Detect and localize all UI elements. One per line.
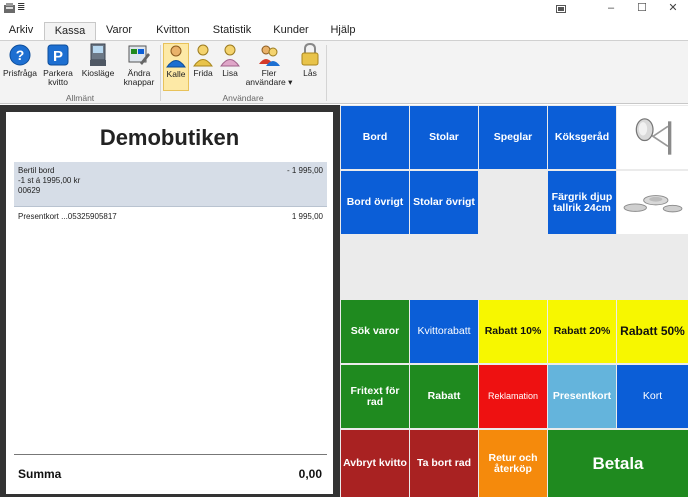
minimize-button[interactable]: – — [597, 1, 625, 16]
user-kalle-label: Kalle — [166, 69, 186, 79]
las-button[interactable]: Lås — [296, 43, 324, 91]
bord-ovrigt-button[interactable]: Bord övrigt — [341, 171, 409, 234]
ribbon: ? Prisfråga P Parkera kvitto Kiosläge Än… — [0, 40, 688, 104]
bord-button[interactable]: Bord — [341, 106, 409, 169]
tab-varor[interactable]: Varor — [102, 22, 136, 41]
store-name: Demobutiken — [99, 125, 240, 150]
quick-access-menu[interactable]: ≣ — [17, 2, 25, 13]
help-icon: ? — [9, 44, 31, 66]
rabatt-10-button[interactable]: Rabatt 10% — [479, 300, 547, 363]
tab-kassa[interactable]: Kassa — [44, 22, 96, 41]
restore-window-icon[interactable] — [556, 4, 568, 14]
ta-bort-rad-button[interactable]: Ta bort rad — [410, 430, 478, 497]
svg-text:P: P — [53, 48, 63, 65]
svg-text:?: ? — [16, 47, 25, 63]
ribbon-tabs: Arkiv Kassa Varor Kvitton Statistik Kund… — [0, 19, 688, 41]
retur-och-aterkop-button[interactable]: Retur och återköp — [479, 430, 547, 497]
stolar-button[interactable]: Stolar — [410, 106, 478, 169]
user-frida-label: Frida — [193, 68, 213, 78]
user-lisa-button[interactable]: Lisa — [217, 43, 243, 91]
speglar-button[interactable]: Speglar — [479, 106, 547, 169]
group-separator — [326, 45, 327, 101]
parkera-kvitto-button[interactable]: P Parkera kvitto — [40, 43, 76, 91]
summa-value: 0,00 — [298, 467, 322, 481]
stolar-ovrigt-button[interactable]: Stolar övrigt — [410, 171, 478, 234]
close-button[interactable]: ✕ — [659, 1, 687, 16]
tab-statistik[interactable]: Statistik — [208, 22, 256, 41]
prisfraga-label: Prisfråga — [2, 68, 37, 78]
item-amount: 1 995,00 — [291, 212, 323, 221]
title-bar: ≣ – ☐ ✕ — [0, 0, 688, 18]
pos-button-grid: Bord Stolar Speglar Köksgeråd Bord övrig… — [340, 105, 688, 497]
avbryt-kvitto-button[interactable]: Avbryt kvitto — [341, 430, 409, 497]
plates-product-button[interactable] — [617, 171, 688, 234]
prisfraga-button[interactable]: ? Prisfråga — [2, 43, 38, 91]
plates-icon — [623, 194, 682, 212]
kvittorabatt-button[interactable]: Kvittorabatt — [410, 300, 478, 363]
kiosklage-label: Kiosläge — [81, 68, 115, 78]
kiosklage-button[interactable]: Kiosläge — [79, 43, 117, 91]
item-name: Bertil bord — [18, 166, 55, 175]
user-frida-button[interactable]: Frida — [190, 43, 216, 91]
group-label-anvandare: Användare — [222, 93, 264, 103]
andra-knappar-button[interactable]: Ändra knappar — [120, 43, 158, 91]
andra-knappar-label: Ändra knappar — [123, 68, 155, 87]
tab-hjalp[interactable]: Hjälp — [326, 22, 360, 41]
tab-arkiv[interactable]: Arkiv — [4, 22, 38, 41]
fler-anvandare-label: Fler användare — [245, 68, 286, 87]
maximize-button[interactable]: ☐ — [628, 1, 656, 16]
users-icon — [259, 45, 280, 66]
user-kalle-button[interactable]: Kalle — [163, 43, 189, 91]
lock-icon — [301, 43, 319, 66]
app-icon — [4, 3, 15, 13]
parkera-kvitto-label: Parkera kvitto — [43, 68, 73, 87]
tab-kvitton[interactable]: Kvitton — [151, 22, 195, 41]
reklamation-button[interactable]: Reklamation — [479, 365, 547, 428]
rabatt-50-button[interactable]: Rabatt 50% — [617, 300, 688, 363]
kiosk-icon — [90, 43, 106, 66]
summa-label: Summa — [18, 467, 62, 481]
parking-icon: P — [47, 44, 69, 66]
mirror-product-button[interactable] — [617, 106, 688, 169]
extendable-mirror-icon — [635, 117, 671, 155]
kort-button[interactable]: Kort — [617, 365, 688, 428]
item-name: Presentkort ...05325905817 — [18, 212, 117, 221]
group-label-allmant: Allmänt — [65, 93, 95, 103]
group-separator — [160, 45, 161, 101]
fargrik-tallrik-button[interactable]: Färgrik djup tallrik 24cm — [548, 171, 616, 234]
betala-button[interactable]: Betala — [548, 430, 688, 497]
rabatt-20-button[interactable]: Rabatt 20% — [548, 300, 616, 363]
user-icon — [220, 44, 240, 67]
tab-kunder[interactable]: Kunder — [269, 22, 313, 41]
receipt-row-selected[interactable]: Bertil bord -1 st á 1995,00 kr 00629 - 1… — [14, 162, 327, 207]
pos-main: Demobutiken Bertil bord -1 st á 1995,00 … — [0, 105, 688, 497]
item-detail: -1 st á 1995,00 kr — [18, 176, 81, 185]
receipt-row[interactable]: Presentkort ...05325905817 1 995,00 — [14, 210, 327, 224]
las-label: Lås — [303, 68, 317, 78]
divider — [14, 454, 327, 455]
fler-anvandare-button[interactable]: Fler användare ▾ — [245, 43, 293, 91]
item-amount: - 1 995,00 — [286, 166, 323, 175]
koksgerad-button[interactable]: Köksgeråd — [548, 106, 616, 169]
fritext-for-rad-button[interactable]: Fritext för rad — [341, 365, 409, 428]
user-icon — [193, 44, 213, 67]
presentkort-button[interactable]: Presentkort — [548, 365, 616, 428]
receipt-panel: Demobutiken Bertil bord -1 st á 1995,00 … — [6, 112, 333, 494]
sok-varor-button[interactable]: Sök varor — [341, 300, 409, 363]
chevron-down-icon: ▾ — [288, 77, 293, 87]
item-code: 00629 — [18, 186, 41, 195]
user-icon — [166, 45, 186, 68]
rabatt-button[interactable]: Rabatt — [410, 365, 478, 428]
edit-buttons-icon — [128, 45, 150, 65]
user-lisa-label: Lisa — [222, 68, 238, 78]
